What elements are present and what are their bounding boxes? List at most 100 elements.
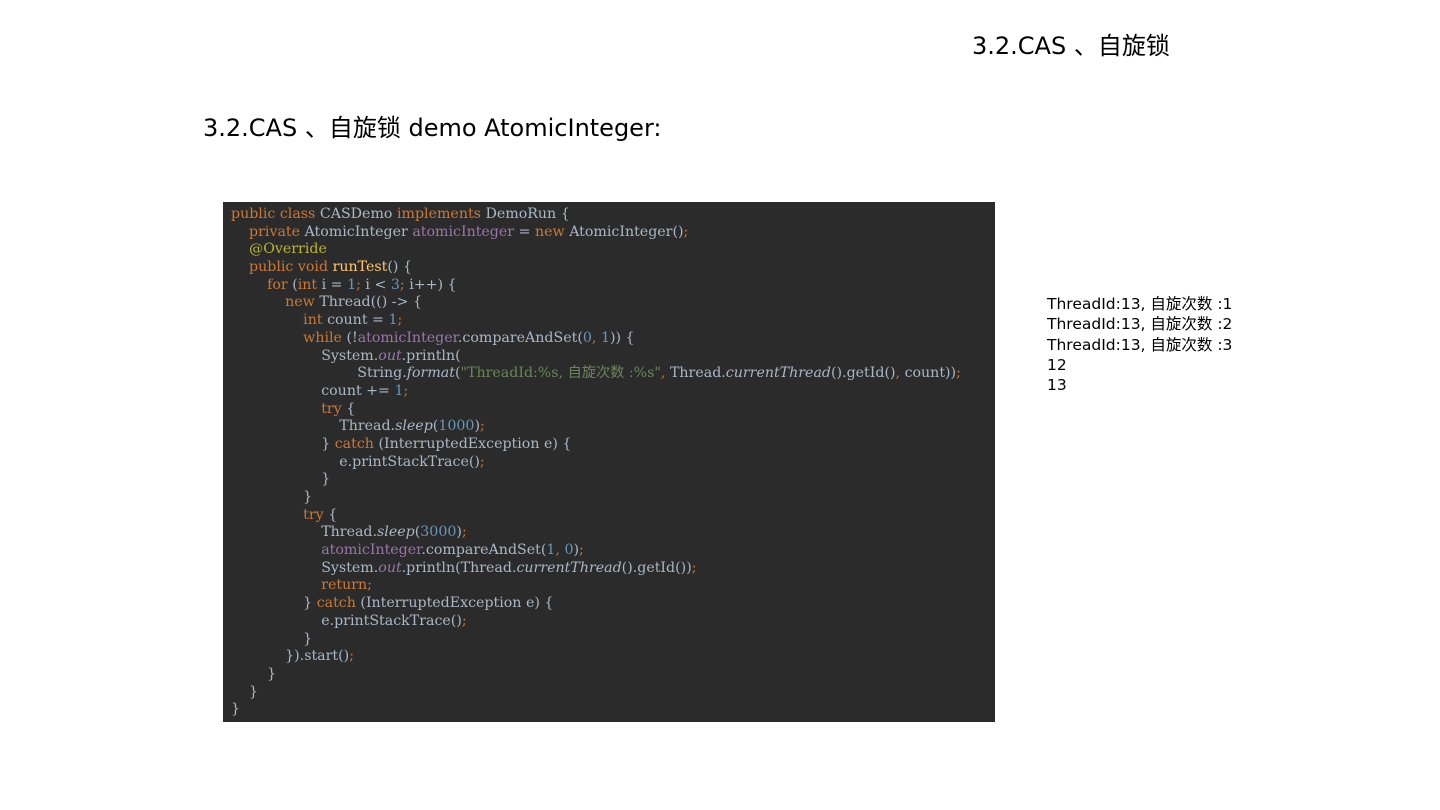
code-token: try	[303, 506, 329, 523]
code-line: count += 1;	[231, 383, 995, 401]
code-token: DemoRun {	[485, 206, 570, 222]
code-token: .println(	[401, 347, 461, 364]
code-token: }).start()	[231, 648, 350, 665]
code-token: )) {	[609, 329, 635, 346]
code-token: (!	[346, 329, 358, 346]
code-token: ;	[397, 312, 403, 329]
code-token: sleep	[377, 524, 415, 541]
code-token: }	[231, 630, 313, 647]
code-line: for (int i = 1; i < 3; i++) {	[231, 277, 995, 295]
code-token: CASDemo	[319, 206, 397, 222]
code-line: private AtomicInteger atomicInteger = ne…	[231, 224, 995, 242]
code-token: i <	[365, 276, 391, 293]
code-line: public void runTest() {	[231, 259, 995, 277]
code-token: ;	[956, 365, 961, 382]
console-output: ThreadId:13, 自旋次数 :1 ThreadId:13, 自旋次数 :2…	[1047, 294, 1232, 395]
code-token: Thread(() -> {	[319, 294, 422, 311]
code-token: ;	[399, 276, 410, 293]
code-token: ,	[660, 365, 670, 382]
code-token: AtomicInteger	[304, 223, 413, 240]
code-token: ().getId()	[831, 365, 896, 382]
code-token: 3	[390, 276, 400, 293]
code-token: int	[303, 312, 328, 329]
code-token: ;	[479, 418, 485, 435]
code-token: .println(Thread.	[401, 559, 517, 576]
code-token: i =	[321, 276, 348, 293]
code-token: 0	[582, 329, 592, 346]
code-token: e.printStackTrace()	[231, 453, 480, 470]
code-token: catch	[334, 435, 379, 452]
code-token: ;	[691, 559, 697, 576]
code-token: }	[231, 489, 313, 505]
code-token: Thread.	[669, 365, 726, 382]
code-line: try {	[231, 507, 995, 525]
output-line: ThreadId:13, 自旋次数 :3	[1047, 335, 1233, 354]
code-block: public class CASDemo implements DemoRun …	[223, 202, 995, 722]
code-line: @Override	[231, 241, 995, 259]
code-line: } catch (InterruptedException e) {	[231, 595, 995, 613]
code-token: (InterruptedException e) {	[378, 435, 572, 452]
code-token: Thread.	[231, 524, 378, 541]
code-line: e.printStackTrace();	[231, 454, 995, 472]
code-line: System.out.println(	[231, 348, 995, 366]
output-line: ThreadId:13, 自旋次数 :1	[1047, 295, 1233, 313]
code-token: .compareAndSet(	[421, 542, 547, 559]
code-token: sleep	[395, 418, 433, 435]
code-token: count =	[327, 312, 389, 329]
code-token: }	[231, 471, 331, 488]
code-token: ;	[579, 542, 584, 559]
code-line: int count = 1;	[231, 312, 995, 330]
code-token: out	[378, 347, 402, 364]
code-token: public void	[249, 259, 333, 276]
code-token: atomicInteger	[412, 223, 515, 240]
code-line: System.out.println(Thread.currentThread(…	[231, 560, 995, 578]
code-token: 3000	[420, 524, 457, 541]
slide: 3.2.CAS 、自旋锁 3.2.CAS 、自旋锁 demo AtomicInt…	[0, 0, 1440, 810]
code-token: ;	[403, 382, 409, 399]
code-line: public class CASDemo implements DemoRun …	[231, 206, 995, 224]
code-token: {	[328, 506, 338, 523]
code-token: implements	[396, 206, 486, 222]
code-token: ;	[367, 577, 372, 594]
code-token: ;	[461, 524, 467, 541]
code-token: public class	[231, 206, 320, 222]
code-token: (InterruptedException e) {	[360, 595, 554, 612]
code-line: }	[231, 471, 995, 489]
code-line: }	[231, 489, 995, 507]
code-token: ().getId())	[621, 559, 692, 576]
code-token: private	[249, 223, 305, 240]
output-line: 13	[1047, 376, 1067, 395]
code-token: catch	[316, 595, 361, 612]
output-line: ThreadId:13, 自旋次数 :2	[1047, 315, 1233, 334]
code-token: format	[406, 365, 455, 382]
code-token: }	[231, 595, 317, 612]
code-line: try {	[231, 401, 995, 419]
code-token: count +=	[231, 382, 395, 399]
main-heading: 3.2.CAS 、自旋锁 demo AtomicInteger:	[203, 114, 662, 142]
code-line: String.format("ThreadId:%s, 自旋次数 :%s", T…	[231, 365, 995, 383]
code-token: }	[231, 665, 277, 682]
code-token: 1	[347, 276, 357, 293]
code-token: return	[321, 577, 368, 594]
code-token: ,	[591, 329, 601, 346]
code-token: 1	[600, 329, 610, 346]
code-token: }	[231, 683, 259, 700]
code-token: new	[535, 223, 570, 240]
code-line: }	[231, 684, 995, 702]
code-token: count))	[904, 365, 957, 382]
code-token: atomicInteger	[357, 329, 458, 346]
code-token: runTest	[332, 259, 388, 276]
code-line: }).start();	[231, 648, 995, 666]
code-token: "ThreadId:%s, 自旋次数 :%s"	[460, 365, 661, 382]
code-token: ,	[895, 365, 905, 382]
code-token: 1	[394, 382, 404, 399]
